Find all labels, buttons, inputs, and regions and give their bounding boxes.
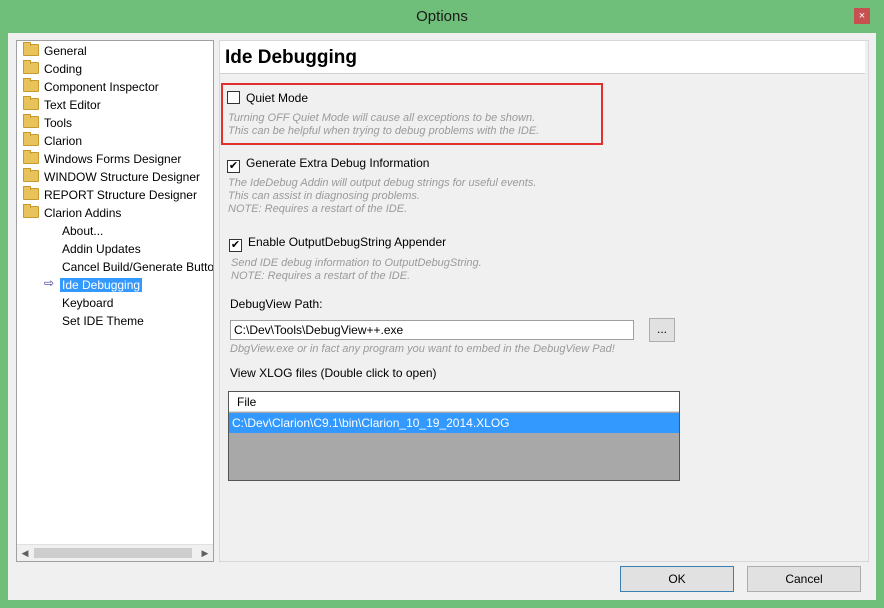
folder-icon: [23, 78, 39, 92]
ok-button[interactable]: OK: [620, 566, 734, 592]
tree-item-ide-debugging[interactable]: Ide Debugging: [60, 276, 143, 294]
debugview-hint: DbgView.exe or in fact any program you w…: [230, 343, 615, 355]
tree-item-keyboard[interactable]: Keyboard: [62, 294, 113, 312]
tree-item-label: Clarion: [44, 134, 83, 148]
check-icon[interactable]: ✔: [227, 160, 240, 173]
tree-item-clarion[interactable]: Clarion: [23, 132, 82, 150]
options-tree[interactable]: General Coding Component Inspector Text …: [16, 40, 214, 562]
close-icon[interactable]: ×: [854, 8, 870, 24]
tree-item-text-editor[interactable]: Text Editor: [23, 96, 101, 114]
tree-item-addin-updates[interactable]: Addin Updates: [62, 240, 141, 258]
debugview-path-label: DebugView Path:: [230, 297, 323, 311]
options-dialog: General Coding Component Inspector Text …: [8, 33, 876, 600]
page-title: Ide Debugging: [225, 47, 357, 68]
debugview-path-input[interactable]: [230, 320, 634, 340]
folder-icon: [23, 132, 39, 146]
check-icon[interactable]: ✔: [229, 239, 242, 252]
checkbox-label: Generate Extra Debug Information: [246, 156, 430, 170]
tree-item-set-ide-theme[interactable]: Set IDE Theme: [62, 312, 144, 330]
folder-icon: [23, 114, 39, 128]
panel-header: Ide Debugging: [220, 41, 865, 74]
extra-debug-description: The IdeDebug Addin will output debug str…: [228, 177, 537, 215]
folder-icon: [23, 150, 39, 164]
checkbox-box[interactable]: [227, 91, 240, 104]
tree-item-label: Ide Debugging: [60, 278, 143, 292]
xlog-label: View XLOG files (Double click to open): [230, 366, 437, 380]
tree-item-label: Set IDE Theme: [62, 314, 144, 328]
tree-item-label: About...: [62, 224, 104, 238]
tree-item-label: Windows Forms Designer: [44, 152, 182, 166]
window-title: Options: [416, 8, 468, 25]
scroll-left-icon[interactable]: ◀: [17, 545, 33, 561]
folder-icon: [23, 42, 39, 56]
tree-item-label: Text Editor: [44, 98, 101, 112]
tree-item-tools[interactable]: Tools: [23, 114, 72, 132]
title-bar: Options ×: [0, 0, 884, 33]
extra-debug-checkbox[interactable]: ✔ Generate Extra Debug Information: [227, 155, 430, 173]
tree-item-label: WINDOW Structure Designer: [44, 170, 201, 184]
tree-item-component-inspector[interactable]: Component Inspector: [23, 78, 159, 96]
xlog-file-list[interactable]: File C:\Dev\Clarion\C9.1\bin\Clarion_10_…: [228, 391, 680, 481]
list-item[interactable]: C:\Dev\Clarion\C9.1\bin\Clarion_10_19_20…: [229, 413, 679, 433]
output-debug-checkbox[interactable]: ✔ Enable OutputDebugString Appender: [229, 234, 447, 252]
folder-icon: [23, 186, 39, 200]
tree-item-label: General: [44, 44, 87, 58]
quiet-mode-checkbox[interactable]: Quiet Mode: [227, 90, 308, 106]
arrow-right-icon: ⇨: [44, 276, 55, 290]
tree-item-cancel-build[interactable]: Cancel Build/Generate Butto: [62, 258, 214, 276]
tree-item-label: REPORT Structure Designer: [44, 188, 197, 202]
folder-icon: [23, 96, 39, 110]
folder-icon: [23, 168, 39, 182]
tree-item-coding[interactable]: Coding: [23, 60, 82, 78]
tree-item-windows-forms-designer[interactable]: Windows Forms Designer: [23, 150, 181, 168]
checkbox-label: Quiet Mode: [246, 91, 309, 105]
tree-item-label: Component Inspector: [44, 80, 159, 94]
tree-item-label: Addin Updates: [62, 242, 141, 256]
scroll-right-icon[interactable]: ▶: [197, 545, 213, 561]
tree-item-clarion-addins[interactable]: Clarion Addins: [23, 204, 121, 222]
browse-button[interactable]: ...: [649, 318, 675, 342]
tree-item-about[interactable]: About...: [62, 222, 103, 240]
column-header-file[interactable]: File: [229, 392, 679, 412]
folder-icon: [23, 60, 39, 74]
tree-item-label: Cancel Build/Generate Butto: [62, 260, 214, 274]
folder-open-icon: [23, 204, 39, 218]
tree-item-report-structure-designer[interactable]: REPORT Structure Designer: [23, 186, 197, 204]
cancel-button[interactable]: Cancel: [747, 566, 861, 592]
tree-item-label: Keyboard: [62, 296, 114, 310]
checkbox-label: Enable OutputDebugString Appender: [248, 235, 447, 249]
tree-item-window-structure-designer[interactable]: WINDOW Structure Designer: [23, 168, 200, 186]
horizontal-scrollbar[interactable]: ◀ ▶: [17, 544, 213, 561]
tree-item-label: Tools: [44, 116, 73, 130]
scrollbar-thumb[interactable]: [34, 548, 192, 558]
settings-panel: Ide Debugging Quiet Mode Turning OFF Qui…: [219, 40, 869, 562]
quiet-mode-description: Turning OFF Quiet Mode will cause all ex…: [228, 112, 540, 137]
tree-item-label: Coding: [44, 62, 83, 76]
tree-item-label: Clarion Addins: [44, 206, 122, 220]
output-debug-description: Send IDE debug information to OutputDebu…: [231, 257, 482, 282]
tree-item-general[interactable]: General: [23, 42, 87, 60]
